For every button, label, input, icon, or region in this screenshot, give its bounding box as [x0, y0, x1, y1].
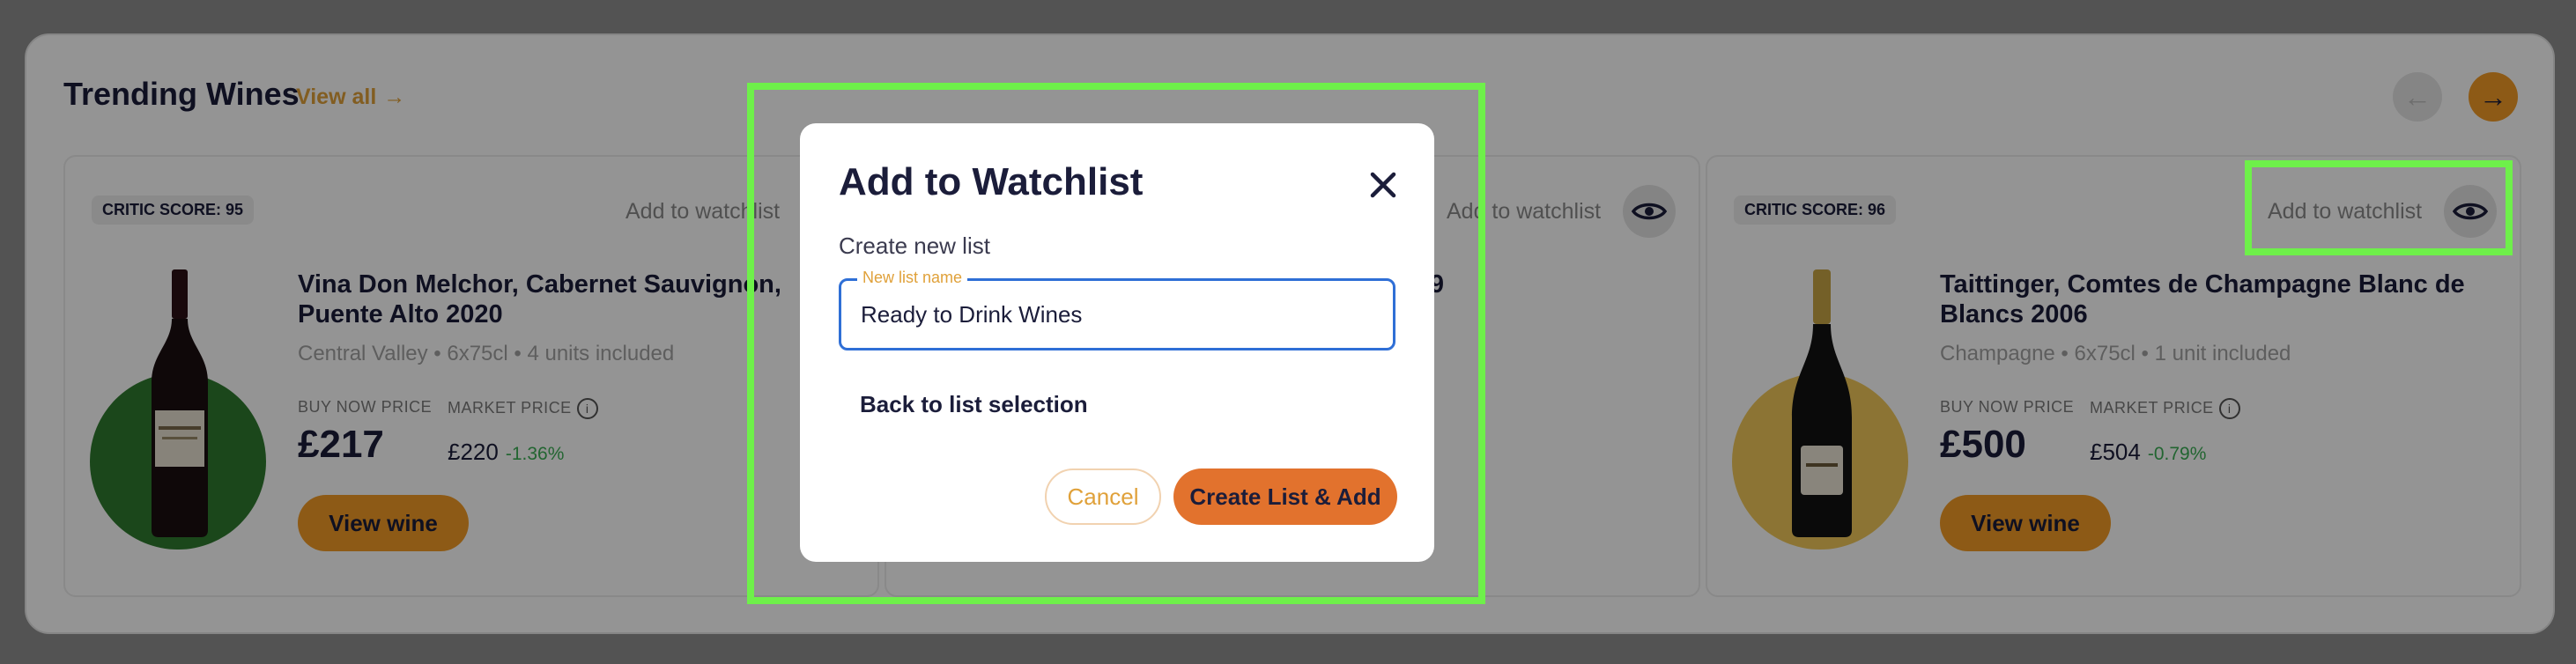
highlight-modal-box — [747, 83, 1485, 604]
highlight-watchlist-box — [2245, 160, 2513, 255]
